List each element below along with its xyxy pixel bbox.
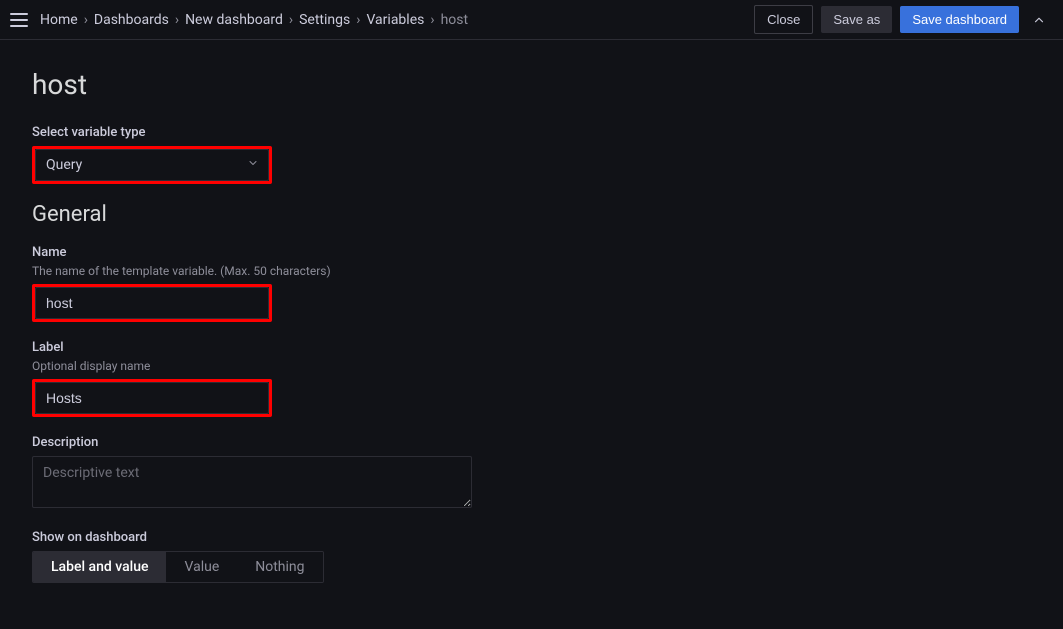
breadcrumb-current: host	[441, 12, 469, 28]
close-button[interactable]: Close	[754, 5, 813, 34]
breadcrumb-dashboards[interactable]: Dashboards	[94, 12, 169, 28]
description-label: Description	[32, 435, 1031, 450]
label-field: Label Optional display name	[32, 340, 1031, 417]
description-field: Description	[32, 435, 1031, 512]
content: host Select variable type Query General …	[0, 40, 1063, 629]
label-label: Label	[32, 340, 1031, 355]
show-label: Show on dashboard	[32, 530, 1031, 545]
chevron-up-icon[interactable]	[1027, 8, 1051, 32]
save-as-button[interactable]: Save as	[821, 6, 892, 33]
variable-type-field: Select variable type Query	[32, 125, 1031, 184]
breadcrumb: Home › Dashboards › New dashboard › Sett…	[40, 12, 468, 28]
menu-icon[interactable]	[8, 8, 32, 32]
breadcrumb-sep: ›	[175, 12, 179, 28]
show-segmented: Label and value Value Nothing	[32, 551, 324, 583]
show-option-nothing[interactable]: Nothing	[237, 552, 322, 582]
page-title: host	[32, 68, 1031, 101]
variable-type-select[interactable]: Query	[35, 149, 269, 181]
name-input[interactable]	[35, 287, 269, 319]
breadcrumb-sep: ›	[289, 12, 293, 28]
name-hint: The name of the template variable. (Max.…	[32, 264, 1031, 278]
breadcrumb-new-dashboard[interactable]: New dashboard	[185, 12, 283, 28]
breadcrumb-sep: ›	[356, 12, 360, 28]
chevron-down-icon	[247, 157, 259, 173]
breadcrumb-sep: ›	[430, 12, 434, 28]
breadcrumb-sep: ›	[84, 12, 88, 28]
topbar-actions: Close Save as Save dashboard	[754, 5, 1051, 34]
name-label: Name	[32, 245, 1031, 260]
topbar-left: Home › Dashboards › New dashboard › Sett…	[8, 8, 468, 32]
variable-type-value: Query	[46, 157, 82, 173]
topbar: Home › Dashboards › New dashboard › Sett…	[0, 0, 1063, 40]
name-field: Name The name of the template variable. …	[32, 245, 1031, 322]
highlight-box	[32, 379, 272, 417]
variable-type-label: Select variable type	[32, 125, 1031, 140]
breadcrumb-settings[interactable]: Settings	[299, 12, 350, 28]
label-input[interactable]	[35, 382, 269, 414]
label-hint: Optional display name	[32, 359, 1031, 373]
save-dashboard-button[interactable]: Save dashboard	[900, 6, 1019, 33]
highlight-box	[32, 284, 272, 322]
show-field: Show on dashboard Label and value Value …	[32, 530, 1031, 583]
show-option-label-and-value[interactable]: Label and value	[33, 552, 166, 582]
highlight-box: Query	[32, 146, 272, 184]
breadcrumb-variables[interactable]: Variables	[366, 12, 424, 28]
breadcrumb-home[interactable]: Home	[40, 12, 78, 28]
general-heading: General	[32, 202, 1031, 227]
description-input[interactable]	[32, 456, 472, 508]
show-option-value[interactable]: Value	[166, 552, 237, 582]
